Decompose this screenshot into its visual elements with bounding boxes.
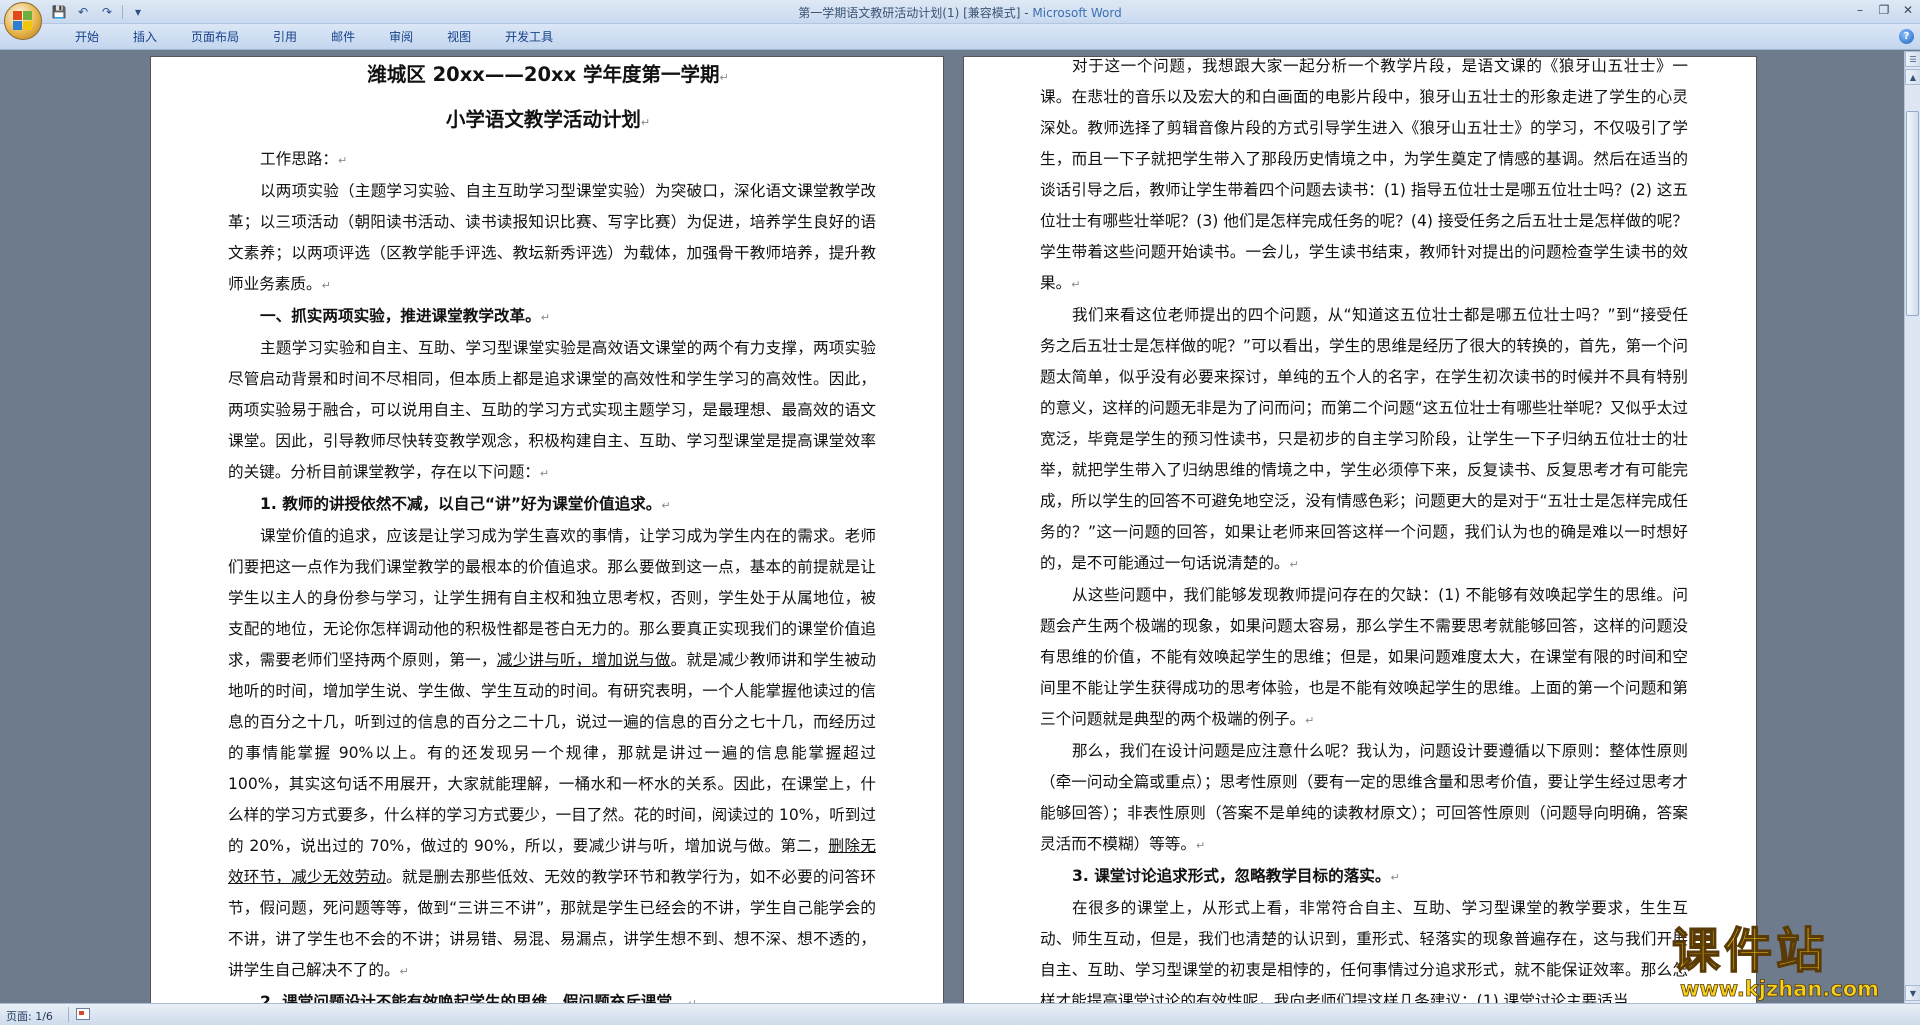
underlined-phrase: 减少讲与听，增加说与做 [496,651,671,669]
subsection-heading: 1. 教师的讲授依然不减，以自己“讲”好为课堂价值追求。↵ [260,495,671,513]
macro-record-icon[interactable] [76,1008,90,1020]
tab-developer[interactable]: 开发工具 [488,29,570,45]
document-workspace: 潍城区 20xx——20xx 学年度第一学期↵ 小学语文教学活动计划↵ 工作思路… [0,51,1904,1003]
watermark-text: 课件站 [1671,922,1829,980]
document-page-2[interactable]: 对于这一个问题，我想跟大家一起分析一个教学片段，是语文课的《狼牙山五壮士》一课。… [963,56,1757,1003]
tab-mailings[interactable]: 邮件 [314,29,372,45]
office-button[interactable] [4,2,42,40]
tab-page-layout[interactable]: 页面布局 [174,29,256,45]
title-bar: 💾 ↶ ↷ ▾ 第一学期语文教研活动计划(1) [兼容模式] - Microso… [0,0,1920,24]
tab-review[interactable]: 审阅 [372,29,430,45]
paragraph: 从这些问题中，我们能够发现教师提问存在的欠缺：(1) 不能够有效唤起学生的思维。… [1040,586,1688,728]
restore-icon[interactable]: ❐ [1872,0,1896,20]
page-2-content: 对于这一个问题，我想跟大家一起分析一个教学片段，是语文课的《狼牙山五壮士》一课。… [1040,57,1688,1003]
site-watermark-logo: 课件站 www.kjzhan.com [1671,922,1906,1003]
help-icon[interactable]: ? [1899,29,1914,44]
subsection-heading: 2. 课堂问题设计不能有效唤起学生的思维，假问题充斥课堂。↵ [260,993,697,1003]
paragraph: 以两项实验（主题学习实验、自主互助学习型课堂实验）为突破口，深化语文课堂教学改革… [228,182,876,293]
page-1-content: 潍城区 20xx——20xx 学年度第一学期↵ 小学语文教学活动计划↵ 工作思路… [228,57,876,1003]
paragraph: 我们来看这位老师提出的四个问题，从“知道这五位壮士都是哪五位壮士吗？”到“接受任… [1040,306,1688,572]
document-title: 第一学期语文教研活动计划(1) [兼容模式] - [798,6,1033,20]
doc-title-line-2: 小学语文教学活动计划↵ [445,108,651,131]
subsection-heading: 3. 课堂讨论追求形式，忽略教学目标的落实。↵ [1072,867,1400,885]
paragraph: 那么，我们在设计问题是应注意什么呢？我认为，问题设计要遵循以下原则：整体性原则（… [1040,742,1688,853]
vertical-scrollbar[interactable]: ☰ ▲ ▼ [1904,51,1920,1003]
minimize-icon[interactable]: – [1848,0,1872,20]
scrollbar-thumb[interactable] [1906,111,1919,316]
scroll-up-icon[interactable]: ▲ [1905,69,1920,85]
close-icon[interactable]: ✕ [1896,0,1920,20]
paragraph: 工作思路：↵ [260,150,348,168]
watermark-url: www.kjzhan.com [1680,977,1880,1002]
tab-insert[interactable]: 插入 [116,29,174,45]
document-page-1[interactable]: 潍城区 20xx——20xx 学年度第一学期↵ 小学语文教学活动计划↵ 工作思路… [150,56,944,1003]
window-title: 第一学期语文教研活动计划(1) [兼容模式] - Microsoft Word [0,4,1920,21]
status-divider [68,1007,69,1022]
status-bar: 页面: 1/6 [0,1003,1920,1025]
section-heading: 一、抓实两项实验，推进课堂教学改革。↵ [260,307,550,325]
paragraph: 课堂价值的追求，应该是让学习成为学生喜欢的事情，让学习成为学生内在的需求。老师们… [228,527,876,979]
tab-view[interactable]: 视图 [430,29,488,45]
office-logo-icon [13,11,33,31]
window-controls: – ❐ ✕ [1848,0,1920,20]
page-count[interactable]: 页面: 1/6 [6,1008,53,1024]
ribbon-tab-bar: 开始 插入 页面布局 引用 邮件 审阅 视图 开发工具 ? [0,24,1920,50]
doc-title-line-1: 潍城区 20xx——20xx 学年度第一学期↵ [367,63,729,86]
app-name: Microsoft Word [1032,6,1122,20]
scroll-down-icon[interactable]: ▼ [1905,985,1920,1001]
paragraph: 在很多的课堂上，从形式上看，非常符合自主、互助、学习型课堂的教学要求，生生互动、… [1040,899,1688,1003]
paragraph: 主题学习实验和自主、互助、学习型课堂实验是高效语文课堂的两个有力支撑，两项实验尽… [228,339,876,481]
tab-references[interactable]: 引用 [256,29,314,45]
paragraph: 对于这一个问题，我想跟大家一起分析一个教学片段，是语文课的《狼牙山五壮士》一课。… [1040,57,1688,292]
tab-home[interactable]: 开始 [58,29,116,45]
ruler-toggle-icon[interactable]: ☰ [1905,51,1920,67]
